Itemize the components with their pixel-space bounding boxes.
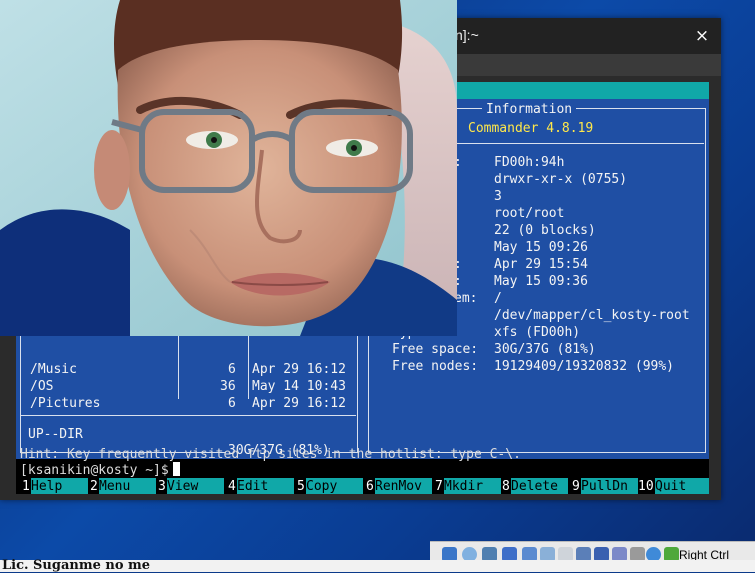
info-label: em: xyxy=(454,291,478,306)
fkey-label: PullDn xyxy=(581,478,638,494)
file-row[interactable]: /OS 36 May 14 10:43 xyxy=(16,378,362,395)
info-value: 30G/37G (81%) xyxy=(494,342,596,357)
function-key-bar: 1 Help 2 Menu 3 View 4 Edit 5 Copy 6 RenMov 7M… xyxy=(16,478,709,494)
info-value: FD00h:94h xyxy=(494,155,565,170)
close-button[interactable]: × xyxy=(692,26,712,46)
info-value: 3 xyxy=(494,189,502,204)
fkey-label: RenMov xyxy=(375,478,432,494)
webcam-overlay xyxy=(0,0,457,336)
fkey-label: Edit xyxy=(237,478,294,494)
mc-version: Commander 4.8.19 xyxy=(468,121,594,136)
panel-status-text: UP--DIR xyxy=(28,427,83,442)
fkey-label: Quit xyxy=(655,478,709,494)
info-value: xfs (FD00h) xyxy=(494,325,581,340)
window-title: n]:~ xyxy=(455,27,479,43)
hint-line: Hint: Key frequently visited ftp sites i… xyxy=(20,447,521,462)
info-panel-header: Information xyxy=(482,101,577,118)
info-value: May 15 09:26 xyxy=(494,240,588,255)
shell-prompt: [ksanikin@kosty ~]$ xyxy=(20,463,169,478)
file-row[interactable]: /Music 6 Apr 29 16:12 xyxy=(16,361,362,378)
left-panel-status-divider xyxy=(20,415,356,416)
info-value: Apr 29 15:54 xyxy=(494,257,588,272)
file-mtime: Apr 29 16:12 xyxy=(252,362,346,377)
shell-prompt-line[interactable]: [ksanikin@kosty ~]$ xyxy=(20,462,180,479)
info-value: drwxr-xr-x (0755) xyxy=(494,172,628,187)
info-label: Free nodes: xyxy=(392,359,479,374)
fkey-label: Delete xyxy=(511,478,568,494)
info-value: 22 (0 blocks) xyxy=(494,223,596,238)
fkey-label: Help xyxy=(31,478,88,494)
file-size: 36 xyxy=(220,379,236,394)
fkey-label: View xyxy=(167,478,224,494)
file-mtime: Apr 29 16:12 xyxy=(252,396,346,411)
file-row[interactable]: /Pictures 6 Apr 29 16:12 xyxy=(16,395,362,412)
file-name: /Music xyxy=(30,362,77,377)
info-value: root/root xyxy=(494,206,565,221)
info-value: 19129409/19320832 (99%) xyxy=(494,359,675,374)
file-size: 6 xyxy=(228,362,236,377)
text-cursor xyxy=(172,462,180,476)
webcam-image xyxy=(0,0,457,336)
file-size: 6 xyxy=(228,396,236,411)
file-mtime: May 14 10:43 xyxy=(252,379,346,394)
info-label: Free space: xyxy=(392,342,479,357)
info-value: May 15 09:36 xyxy=(494,274,588,289)
host-document-text: Lic. Suganme no me xyxy=(2,558,151,573)
file-name: /OS xyxy=(30,379,54,394)
info-value: / xyxy=(494,291,502,306)
info-value: /dev/mapper/cl_kosty-root xyxy=(494,308,690,323)
fkey-label: Copy xyxy=(306,478,363,494)
fkey-label: Menu xyxy=(99,478,156,494)
fkey-label: Mkdir xyxy=(444,478,501,494)
file-name: /Pictures xyxy=(30,396,101,411)
